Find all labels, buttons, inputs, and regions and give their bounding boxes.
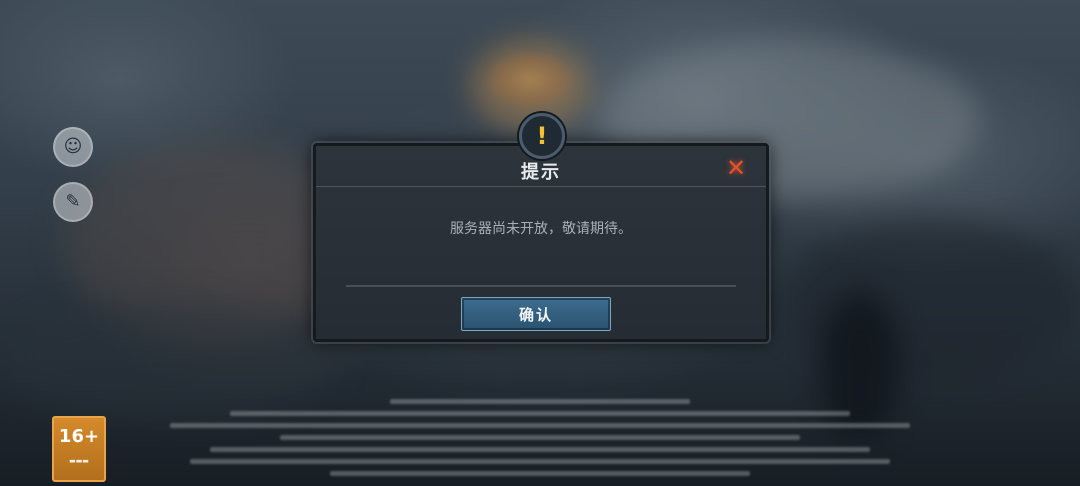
title-divider: [316, 186, 766, 187]
message-divider: [346, 285, 736, 287]
alert-dialog: 提示 ✕ 服务器尚未开放，敬请期待。 确认: [313, 143, 769, 342]
confirm-button[interactable]: 确认: [461, 297, 611, 331]
blurred-notice-text: [160, 392, 920, 483]
notice-button[interactable]: ✎: [53, 182, 93, 222]
exclamation-icon: !: [536, 122, 548, 150]
close-button[interactable]: ✕: [724, 156, 748, 180]
close-icon: ✕: [725, 154, 747, 182]
dialog-message: 服务器尚未开放，敬请期待。: [450, 221, 632, 237]
age-rating-label: 16+: [58, 426, 100, 447]
avatar-button[interactable]: ☺: [53, 127, 93, 167]
age-rating-sub: ▬▬▬: [69, 457, 89, 465]
warning-badge: !: [519, 113, 565, 159]
avatar-icon: ☺: [63, 136, 83, 157]
dialog-title: 提示: [521, 162, 561, 183]
notice-icon: ✎: [65, 191, 81, 212]
age-rating-badge: 16+ ▬▬▬: [52, 416, 106, 482]
